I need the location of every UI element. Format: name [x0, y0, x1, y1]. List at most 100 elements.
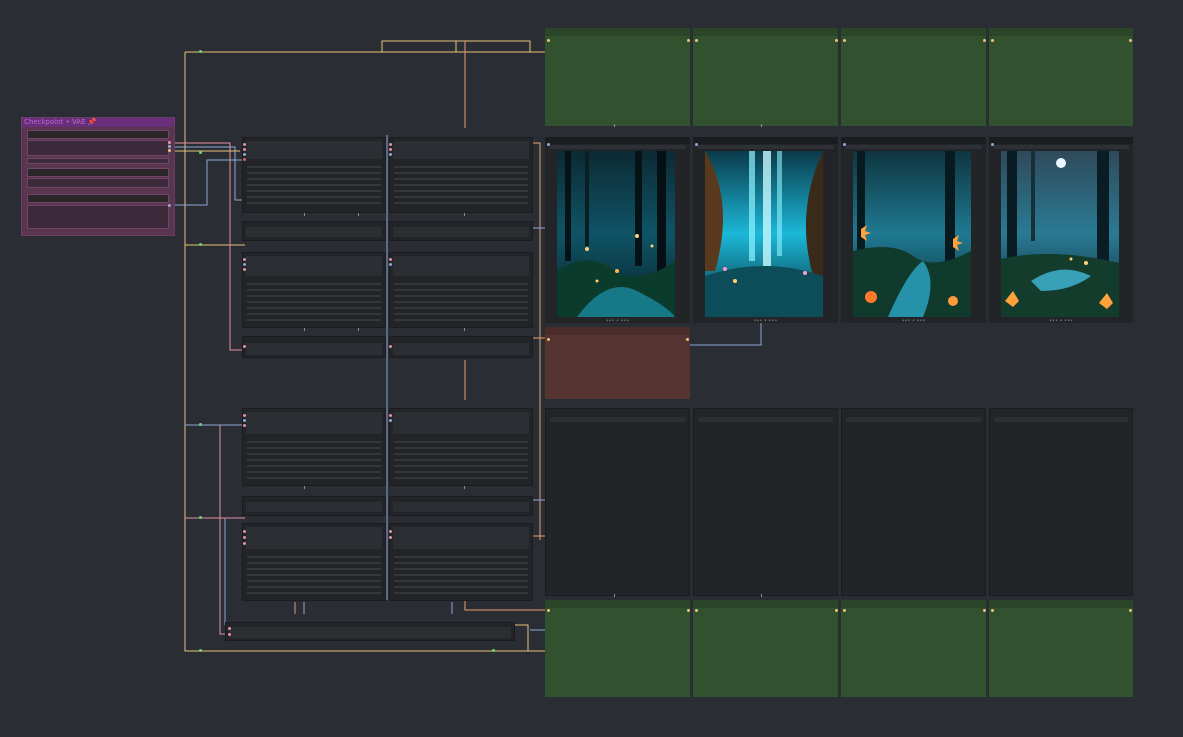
group-header[interactable]	[693, 600, 838, 608]
node-header[interactable]	[693, 137, 838, 144]
small-node-c3[interactable]	[242, 496, 386, 516]
widget-row[interactable]	[394, 301, 528, 303]
input-slot[interactable]	[547, 39, 550, 42]
group-header[interactable]	[545, 600, 690, 608]
reroute-node[interactable]	[199, 151, 202, 154]
input-slot[interactable]	[843, 143, 846, 146]
small-node-a4[interactable]	[389, 221, 533, 241]
sampler-node-a1[interactable]	[242, 137, 386, 213]
input-slot[interactable]	[243, 148, 246, 151]
pinned-loader-node[interactable]: Checkpoint • VAE 📌	[21, 117, 175, 236]
widget-row[interactable]	[394, 453, 528, 455]
widget-row[interactable]	[247, 477, 381, 479]
widget-row[interactable]	[247, 289, 381, 291]
input-slot[interactable]	[389, 143, 392, 146]
input-slot[interactable]	[389, 414, 392, 417]
sampler-node-d2[interactable]	[389, 523, 533, 601]
input-slot[interactable]	[389, 258, 392, 261]
input-slot[interactable]	[243, 419, 246, 422]
widget-row[interactable]	[247, 441, 381, 443]
widget-row[interactable]	[247, 568, 381, 570]
node-header[interactable]	[841, 137, 986, 144]
loader-field-5[interactable]	[27, 178, 169, 188]
node-graph-canvas[interactable]: Checkpoint • VAE 📌 ••• • ••• ••• • ••• •…	[0, 0, 1183, 737]
group-header[interactable]	[989, 28, 1133, 36]
input-slot[interactable]	[547, 609, 550, 612]
widget-row[interactable]	[394, 190, 528, 192]
generated-image-2[interactable]	[705, 151, 823, 317]
small-node-b4[interactable]	[389, 336, 533, 358]
widget-row[interactable]	[394, 202, 528, 204]
widget-row[interactable]	[394, 307, 528, 309]
widget-row[interactable]	[394, 441, 528, 443]
small-node-a3[interactable]	[242, 221, 386, 241]
output-group-top-1[interactable]	[545, 28, 690, 126]
input-slot[interactable]	[389, 530, 392, 533]
generated-image-3[interactable]	[853, 151, 971, 317]
widget-row[interactable]	[394, 459, 528, 461]
widget-row[interactable]	[247, 313, 381, 315]
group-header[interactable]	[693, 28, 838, 36]
widget-row[interactable]	[247, 190, 381, 192]
reroute-node[interactable]	[199, 243, 202, 246]
pinned-node-header[interactable]: Checkpoint • VAE 📌	[22, 118, 174, 127]
preview-node-lower-1[interactable]	[545, 408, 690, 596]
widget-row[interactable]	[247, 295, 381, 297]
input-slot[interactable]	[991, 39, 994, 42]
input-slot[interactable]	[243, 153, 246, 156]
sampler-node-a2[interactable]	[389, 137, 533, 213]
input-slot[interactable]	[243, 158, 246, 161]
loader-field-7[interactable]	[27, 205, 169, 229]
output-slot[interactable]	[686, 338, 689, 341]
output-group-bottom-3[interactable]	[841, 600, 986, 697]
image-preview-node-1[interactable]: ••• • •••	[545, 137, 690, 324]
input-slot[interactable]	[228, 633, 231, 636]
widget-row[interactable]	[247, 574, 381, 576]
widget-row[interactable]	[394, 172, 528, 174]
output-group-top-3[interactable]	[841, 28, 986, 126]
input-slot[interactable]	[983, 609, 986, 612]
output-group-bottom-4[interactable]	[989, 600, 1133, 697]
widget-row[interactable]	[247, 453, 381, 455]
widget-row[interactable]	[247, 166, 381, 168]
input-slot[interactable]	[1129, 39, 1132, 42]
output-slot[interactable]	[168, 204, 171, 207]
widget-row[interactable]	[247, 196, 381, 198]
widget-row[interactable]	[394, 184, 528, 186]
widget-row[interactable]	[394, 196, 528, 198]
bottom-long-node[interactable]	[225, 622, 515, 641]
input-slot[interactable]	[243, 536, 246, 539]
widget-row[interactable]	[394, 319, 528, 321]
group-header[interactable]	[989, 600, 1133, 608]
input-slot[interactable]	[991, 143, 994, 146]
input-slot[interactable]	[243, 268, 246, 271]
widget-row[interactable]	[394, 586, 528, 588]
input-slot[interactable]	[243, 258, 246, 261]
reroute-node[interactable]	[199, 50, 202, 53]
group-header[interactable]	[841, 600, 986, 608]
input-slot[interactable]	[835, 39, 838, 42]
input-slot[interactable]	[835, 609, 838, 612]
generated-image-1[interactable]	[557, 151, 675, 317]
widget-row[interactable]	[394, 568, 528, 570]
widget-row[interactable]	[247, 586, 381, 588]
input-slot[interactable]	[389, 536, 392, 539]
input-slot[interactable]	[389, 153, 392, 156]
widget-row[interactable]	[247, 319, 381, 321]
sampler-node-d1[interactable]	[242, 523, 386, 601]
widget-row[interactable]	[247, 592, 381, 594]
output-group-top-2[interactable]	[693, 28, 838, 126]
widget-row[interactable]	[247, 184, 381, 186]
small-node-b3[interactable]	[242, 336, 386, 358]
widget-row[interactable]	[247, 562, 381, 564]
widget-row[interactable]	[394, 313, 528, 315]
output-group-bottom-2[interactable]	[693, 600, 838, 697]
sampler-node-c1[interactable]	[242, 408, 386, 486]
node-header[interactable]	[989, 137, 1133, 144]
widget-row[interactable]	[394, 447, 528, 449]
input-slot[interactable]	[243, 424, 246, 427]
widget-row[interactable]	[247, 307, 381, 309]
input-slot[interactable]	[243, 414, 246, 417]
image-preview-node-2[interactable]: ••• • •••	[693, 137, 838, 324]
widget-row[interactable]	[247, 301, 381, 303]
